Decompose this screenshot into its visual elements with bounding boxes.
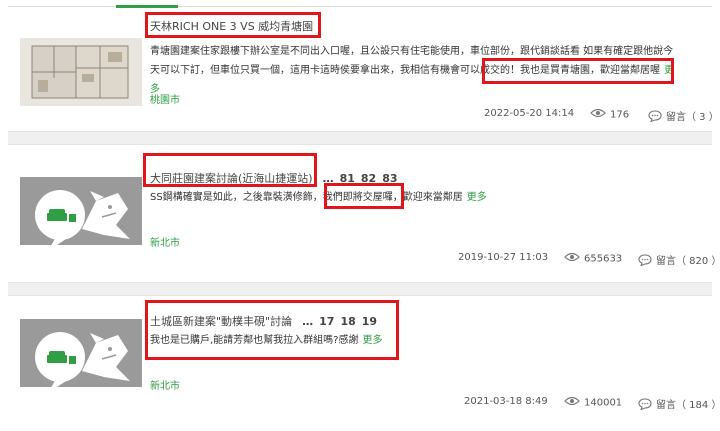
view-count: 140001 <box>564 396 622 409</box>
post-location[interactable]: 新北市 <box>150 377 180 392</box>
sofa-chat-placeholder-icon <box>20 177 142 245</box>
highlight-box-excerpt-1 <box>482 58 674 84</box>
highlight-box-title-1 <box>145 12 321 38</box>
post-location[interactable]: 桃園市 <box>150 91 180 106</box>
post-location[interactable]: 新北市 <box>150 234 180 249</box>
post-date: 2019-10-27 11:03 <box>458 252 549 263</box>
sofa-chat-placeholder-icon <box>20 319 142 387</box>
chat-bubble-icon <box>648 109 662 125</box>
highlight-box-post-3 <box>145 300 399 360</box>
comment-count[interactable]: 留言（ 820 ） <box>638 252 720 269</box>
list-separator <box>8 282 712 296</box>
eye-icon <box>590 108 606 121</box>
post-thumbnail[interactable] <box>20 38 142 106</box>
top-divider <box>8 6 712 7</box>
eye-icon <box>564 252 580 265</box>
comment-count[interactable]: 留言（ 3 ） <box>648 108 719 125</box>
view-count: 655633 <box>564 252 622 265</box>
more-link[interactable]: 更多 <box>467 192 487 203</box>
view-count: 176 <box>590 108 629 121</box>
eye-icon <box>564 396 580 409</box>
comment-count[interactable]: 留言（ 184 ） <box>638 396 720 413</box>
chat-bubble-icon <box>638 397 652 413</box>
post-thumbnail[interactable] <box>20 319 142 387</box>
post-thumbnail[interactable] <box>20 177 142 245</box>
list-separator <box>8 131 712 145</box>
post-date: 2021-03-18 8:49 <box>464 396 548 407</box>
post-excerpt: SS鋼構確實是如此，之後靠裝潢修飾，我們即將交屋囉，歡迎來當鄰居 更多 <box>150 192 487 203</box>
highlight-box-title-2 <box>143 153 317 187</box>
chat-bubble-icon <box>638 253 652 269</box>
highlight-box-excerpt-2 <box>324 183 404 209</box>
post-date: 2022-05-20 14:14 <box>484 108 575 119</box>
